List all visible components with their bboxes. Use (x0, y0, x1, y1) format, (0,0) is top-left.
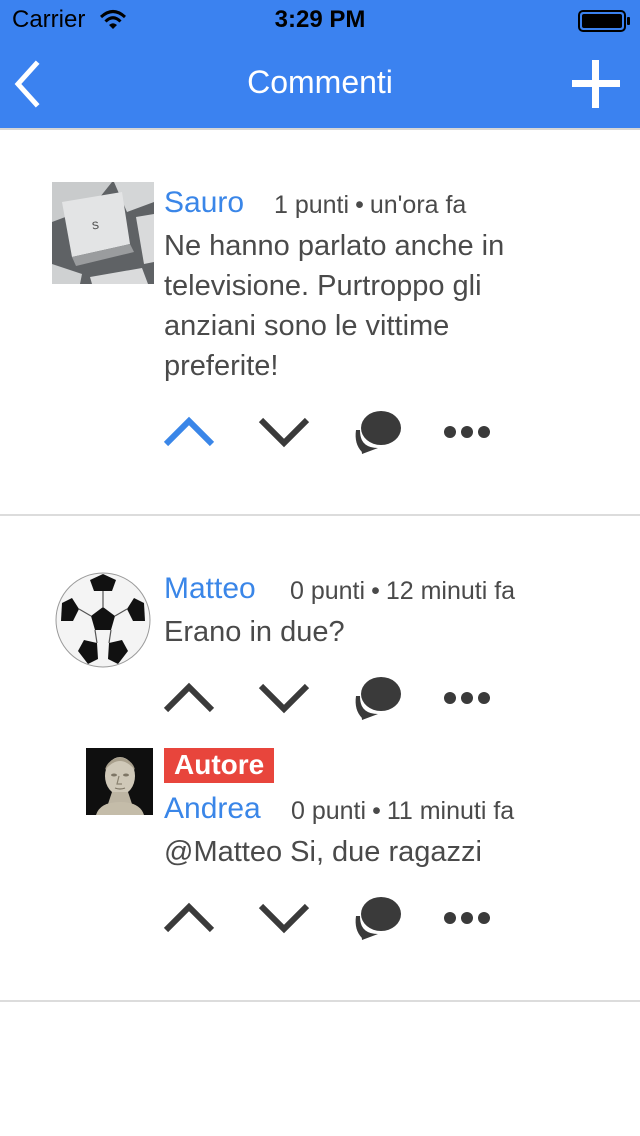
avatar[interactable] (54, 571, 152, 669)
reply-button[interactable] (352, 408, 404, 456)
more-options-button[interactable] (442, 906, 492, 930)
reply-button[interactable] (352, 674, 404, 722)
battery-icon (578, 10, 630, 32)
reply-meta: 0 punti • 11 minuti fa (291, 797, 514, 826)
comment-divider (0, 1000, 640, 1002)
comments-screen: Carrier 3:29 PM Commenti s Sauro 1 punti… (0, 0, 640, 1136)
navigation-bar: Commenti (0, 40, 640, 128)
more-options-button[interactable] (442, 686, 492, 710)
reply-time: 11 minuti fa (386, 797, 515, 825)
upvote-button[interactable] (162, 414, 216, 450)
comment-time: un'ora fa (369, 191, 467, 219)
comment-text: Erano in due? (164, 616, 345, 648)
keyboard-key-icon: s (52, 182, 154, 284)
avatar[interactable]: s (52, 182, 154, 284)
reply-text: @Matteo Si, due ragazzi (164, 836, 482, 868)
comment-meta: 0 punti • 12 minuti fa (290, 577, 515, 606)
page-title: Commenti (247, 64, 393, 100)
upvote-button[interactable] (162, 680, 216, 716)
comment-meta: 1 punti • un'ora fa (274, 191, 466, 220)
meta-separator: • (371, 577, 380, 605)
roman-bust-icon (86, 748, 153, 815)
comment-text: Ne hanno parlato anche in televisione. P… (164, 230, 505, 382)
meta-separator: • (372, 797, 381, 825)
upvote-button[interactable] (162, 900, 216, 936)
avatar[interactable] (86, 748, 153, 815)
author-badge: Autore (164, 748, 275, 783)
add-comment-button[interactable] (562, 50, 630, 118)
reply-points: 0 punti (291, 797, 367, 825)
soccer-ball-icon (55, 572, 151, 668)
comment-author[interactable]: Matteo (164, 572, 256, 606)
downvote-button[interactable] (257, 900, 311, 936)
downvote-button[interactable] (257, 414, 311, 450)
meta-separator: • (355, 191, 364, 219)
downvote-button[interactable] (257, 680, 311, 716)
comment-time: 12 minuti fa (385, 577, 516, 605)
more-options-button[interactable] (442, 420, 492, 444)
reply-author[interactable]: Andrea (164, 792, 261, 826)
comment-points: 0 punti (290, 577, 366, 605)
comment-points: 1 punti (274, 191, 350, 219)
nav-bar-divider (0, 128, 640, 130)
comment-divider (0, 514, 640, 516)
status-bar: Carrier 3:29 PM (0, 0, 640, 40)
status-time: 3:29 PM (274, 6, 366, 33)
reply-button[interactable] (352, 894, 404, 942)
comment-author[interactable]: Sauro (164, 186, 244, 220)
